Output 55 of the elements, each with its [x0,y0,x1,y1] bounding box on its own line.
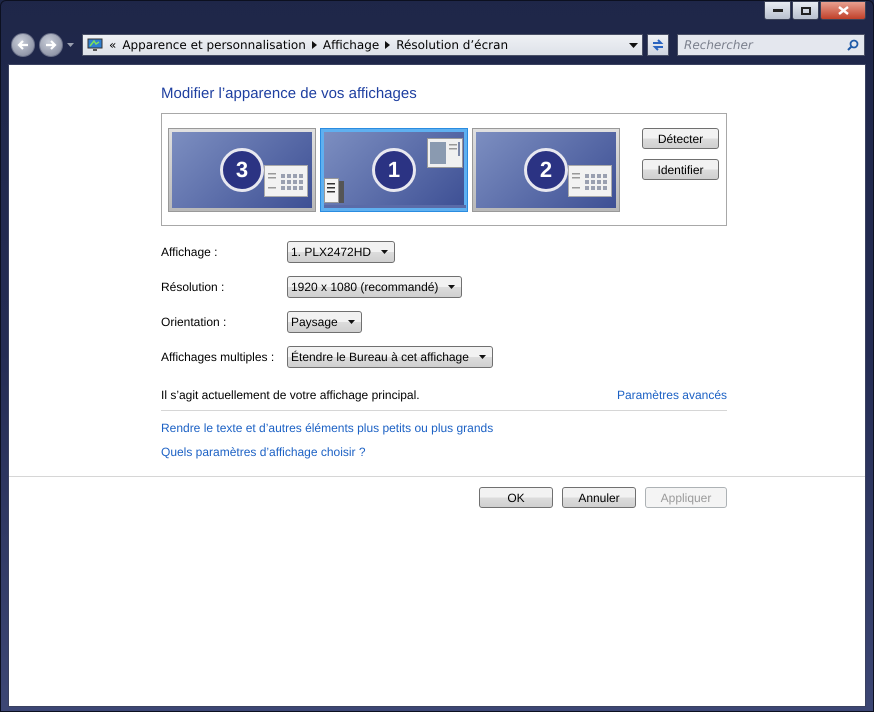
ok-button[interactable]: OK [479,487,553,508]
monitor-number: 2 [524,148,568,192]
dropdown[interactable]: Étendre le Bureau à cet affichage [287,346,493,368]
refresh-icon [651,38,665,52]
window-thumbnail-icon [324,178,346,206]
dropdown[interactable]: 1920 x 1080 (recommandé) [287,276,462,298]
field-label: Orientation : [161,315,228,329]
back-arrow-icon [17,39,29,51]
monitor-icon [87,38,103,52]
overflow-chevron[interactable]: « [109,38,116,52]
back-button[interactable] [11,33,35,57]
monitor-number: 3 [220,148,264,192]
monitor-tile[interactable]: 2 [472,128,620,212]
separator-arrow-icon[interactable] [312,41,317,49]
separator-arrow-icon[interactable] [385,41,390,49]
forward-arrow-icon [45,39,57,51]
address-bar[interactable]: « Apparence et personnalisation Affichage Résolution d’écran [82,34,643,56]
help-link[interactable]: Rendre le texte et d’autres éléments plus petits ou plus grands [161,421,494,435]
advanced-settings-link[interactable]: Paramètres avancés [616,388,727,402]
breadcrumb-item[interactable]: Affichage [322,38,380,52]
field-label: Affichages multiples : [161,350,276,364]
dropdown[interactable]: 1. PLX2472HD [287,241,396,263]
dropdown-arrow-icon [448,285,456,289]
dropdown-arrow-icon [348,320,355,324]
breadcrumb-item[interactable]: Apparence et personnalisation [122,38,306,52]
dropdown-arrow-icon [478,355,486,359]
search-icon [847,39,859,51]
close-icon [838,6,848,15]
detect-button[interactable]: Détecter [642,128,719,149]
field-label: Affichage : [161,245,218,259]
window-thumbnail-icon [264,165,308,197]
identify-button[interactable]: Identifier [642,159,719,180]
minimize-icon [772,8,782,12]
cancel-button[interactable]: Annuler [562,487,636,508]
breadcrumb-item[interactable]: Résolution d’écran [396,38,508,52]
status-text: Il s’agit actuellement de votre affichage principal. [161,388,420,402]
maximize-button[interactable] [792,1,819,20]
help-link[interactable]: Quels paramètres d’affichage choisir ? [161,445,366,459]
monitor-tile[interactable]: 1 [320,128,468,212]
maximize-icon [800,6,810,14]
window-thumbnail-icon [427,138,463,168]
refresh-button[interactable] [647,34,669,56]
dropdown-arrow-icon[interactable] [629,42,638,48]
monitor-tile[interactable]: 3 [168,128,316,212]
close-button[interactable] [820,1,866,20]
dropdown-arrow-icon [381,250,388,254]
window-thumbnail-icon [568,165,612,197]
dropdown[interactable]: Paysage [287,311,362,333]
forward-button[interactable] [39,33,63,57]
field-label: Résolution : [161,280,226,294]
dropdown-arrow-icon[interactable] [67,43,74,47]
search-field[interactable]: Rechercher [677,34,865,56]
page-heading: Modifier l’apparence de vos affichages [161,85,418,102]
monitor-number: 1 [372,148,416,192]
minimize-button[interactable] [764,1,791,20]
